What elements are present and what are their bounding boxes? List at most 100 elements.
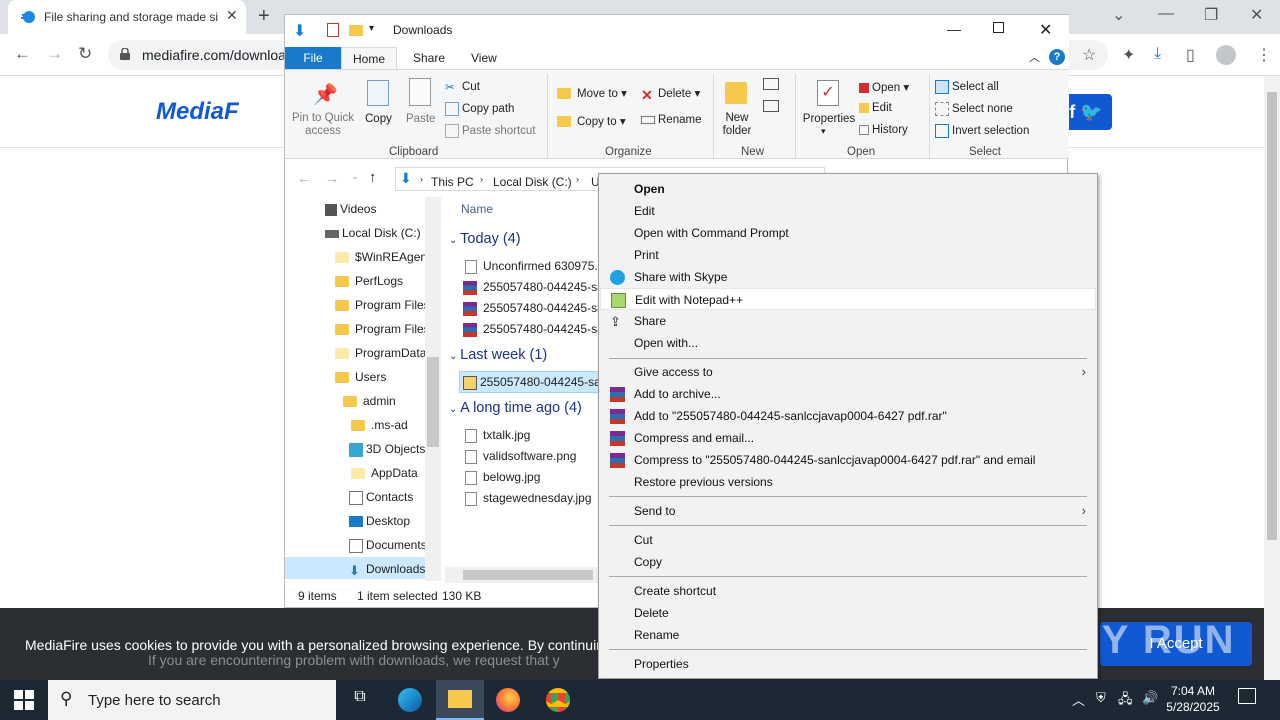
profile-avatar[interactable] xyxy=(1216,45,1236,65)
nav-item-winreagent[interactable]: $WinREAgent xyxy=(335,250,430,264)
file-rar-3[interactable]: 255057480-044245-san xyxy=(463,322,610,337)
nav-item-program-files-x86[interactable]: Program Files xyxy=(335,322,430,336)
file-rar-2[interactable]: 255057480-044245-san xyxy=(463,301,610,316)
properties-qat-icon[interactable] xyxy=(327,23,339,37)
extensions-icon[interactable]: ✦ xyxy=(1122,45,1135,65)
file-horizontal-scrollbar[interactable] xyxy=(445,567,605,583)
menu-item-notepadpp[interactable]: Edit with Notepad++ xyxy=(600,288,1096,310)
back-icon[interactable]: ← xyxy=(297,170,311,186)
back-icon[interactable]: ← xyxy=(14,44,31,64)
select-all-button[interactable]: Select all xyxy=(935,80,999,94)
menu-item-add-archive[interactable]: Add to archive... xyxy=(600,383,1096,405)
nav-item-local-disk[interactable]: Local Disk (C:) xyxy=(325,226,421,240)
column-header-name[interactable]: Name xyxy=(461,202,493,216)
menu-item-edit[interactable]: Edit xyxy=(600,200,1096,222)
edge-icon[interactable] xyxy=(398,688,422,712)
taskbar-search-box[interactable]: ⚲ Type here to search xyxy=(48,680,336,720)
nav-scrollbar-thumb[interactable] xyxy=(427,357,439,447)
copy-to-button[interactable]: Copy to ▾ xyxy=(557,114,626,128)
menu-item-print[interactable]: Print xyxy=(600,244,1096,266)
tab-file[interactable]: File xyxy=(285,47,341,69)
tray-overflow-icon[interactable]: ︿ xyxy=(1072,690,1085,709)
edit-button[interactable]: Edit xyxy=(859,102,892,114)
nav-item-programdata[interactable]: ProgramData xyxy=(335,346,426,360)
delete-button[interactable]: ✕ Delete ▾ xyxy=(641,86,700,103)
paste-shortcut-button[interactable]: Paste shortcut xyxy=(445,124,536,138)
downloads-icon[interactable]: ⤓ xyxy=(1154,45,1161,63)
tab-close-icon[interactable]: ✕ xyxy=(226,7,238,24)
move-to-button[interactable]: Move to ▾ xyxy=(557,86,627,100)
menu-item-share[interactable]: ⇪ Share xyxy=(600,310,1096,332)
group-header-last-week[interactable]: ⌄ Last week (1) xyxy=(449,347,547,363)
windows-start-icon[interactable] xyxy=(14,690,34,710)
taskbar-clock[interactable]: 7:04 AM 5/28/2025 xyxy=(1160,683,1226,715)
nav-item-perflogs[interactable]: PerfLogs xyxy=(335,274,403,288)
page-scrollbar[interactable] xyxy=(1264,76,1280,680)
new-tab-button[interactable]: + xyxy=(258,5,270,28)
security-tray-icon[interactable]: ⛨ xyxy=(1096,690,1106,706)
properties-dropdown-icon[interactable]: ▾ xyxy=(821,126,826,137)
file-selected-exe[interactable]: 255057480-044245-san xyxy=(463,375,607,390)
invert-selection-button[interactable]: Invert selection xyxy=(935,124,1029,138)
side-panel-icon[interactable]: ▯ xyxy=(1186,45,1195,65)
help-icon[interactable]: ? xyxy=(1049,49,1065,65)
menu-item-send-to[interactable]: Send to › xyxy=(600,500,1096,522)
menu-item-share-skype[interactable]: Share with Skype xyxy=(600,266,1096,288)
tab-share[interactable]: Share xyxy=(413,51,445,65)
menu-item-delete[interactable]: Delete xyxy=(600,602,1096,624)
crumb-local-disk[interactable]: Local Disk (C:) xyxy=(493,175,572,189)
group-header-today[interactable]: ⌄ Today (4) xyxy=(449,231,521,247)
scrollbar-thumb[interactable] xyxy=(1267,92,1277,540)
maximize-icon[interactable] xyxy=(993,22,1004,33)
menu-item-restore-versions[interactable]: Restore previous versions xyxy=(600,471,1096,493)
scrollbar-thumb[interactable] xyxy=(463,570,593,580)
firefox-icon[interactable] xyxy=(496,688,520,712)
forward-icon[interactable]: → xyxy=(325,170,339,186)
close-window-icon[interactable]: ✕ xyxy=(1250,5,1263,25)
menu-item-compress-rar-email[interactable]: Compress to "255057480-044245-sanlccjava… xyxy=(600,449,1096,471)
collapse-ribbon-icon[interactable]: ︿ xyxy=(1029,49,1040,65)
new-folder-qat-icon[interactable] xyxy=(349,25,363,36)
up-icon[interactable]: ↑ xyxy=(369,169,377,186)
menu-item-open-cmd[interactable]: Open with Command Prompt xyxy=(600,222,1096,244)
properties-button[interactable]: Properties xyxy=(801,113,857,125)
history-button[interactable]: History xyxy=(859,124,908,136)
nav-item-desktop[interactable]: Desktop xyxy=(349,514,410,528)
qat-dropdown-icon[interactable]: ▾ xyxy=(369,23,374,34)
crumb-this-pc[interactable]: This PC xyxy=(431,175,474,189)
nav-item-admin[interactable]: admin xyxy=(343,394,396,408)
nav-item-documents[interactable]: Documents xyxy=(349,538,425,553)
pin-quick-access-button[interactable]: Pin to Quick access xyxy=(291,112,355,138)
file-belowg[interactable]: belowg.jpg xyxy=(465,470,540,485)
recent-dropdown-icon[interactable]: ⌄ xyxy=(351,171,359,182)
menu-item-properties[interactable]: Properties xyxy=(600,653,1096,675)
nav-item-users[interactable]: Users xyxy=(335,370,386,384)
menu-item-add-rar[interactable]: Add to "255057480-044245-sanlccjavap0004… xyxy=(600,405,1096,427)
network-icon[interactable]: 🖧 xyxy=(1118,690,1133,712)
task-view-icon[interactable]: ⧉ xyxy=(348,688,372,712)
open-button[interactable]: Open ▾ xyxy=(859,80,909,94)
select-none-button[interactable]: Select none xyxy=(935,102,1013,116)
menu-item-create-shortcut[interactable]: Create shortcut xyxy=(600,580,1096,602)
nav-item-program-files[interactable]: Program Files xyxy=(335,298,430,312)
copy-button[interactable]: Copy xyxy=(365,113,392,125)
tab-search-icon[interactable]: ⌄ xyxy=(1112,5,1125,25)
close-icon[interactable]: ✕ xyxy=(1039,20,1052,40)
reload-icon[interactable]: ↻ xyxy=(78,44,92,64)
nav-item-3d-objects[interactable]: 3D Objects xyxy=(349,442,425,457)
tab-home[interactable]: Home xyxy=(341,47,397,69)
file-rar-1[interactable]: 255057480-044245-san xyxy=(463,280,610,295)
nav-item-downloads[interactable]: ⬇ Downloads xyxy=(349,562,425,577)
nav-scrollbar[interactable] xyxy=(425,197,441,581)
menu-item-cut[interactable]: Cut xyxy=(600,529,1096,551)
forward-icon[interactable]: → xyxy=(46,44,63,64)
notifications-icon[interactable] xyxy=(1238,688,1256,704)
mediafire-logo[interactable]: MediaF xyxy=(156,98,239,126)
nav-item-appdata[interactable]: AppData xyxy=(351,466,418,480)
file-stagewednesday[interactable]: stagewednesday.jpg xyxy=(465,491,592,506)
paste-button[interactable]: Paste xyxy=(406,113,435,125)
new-item-icon[interactable] xyxy=(763,78,779,90)
group-header-long-ago[interactable]: ⌄ A long time ago (4) xyxy=(449,400,582,416)
tab-view[interactable]: View xyxy=(471,51,497,65)
nav-item-videos[interactable]: Videos xyxy=(325,202,376,216)
